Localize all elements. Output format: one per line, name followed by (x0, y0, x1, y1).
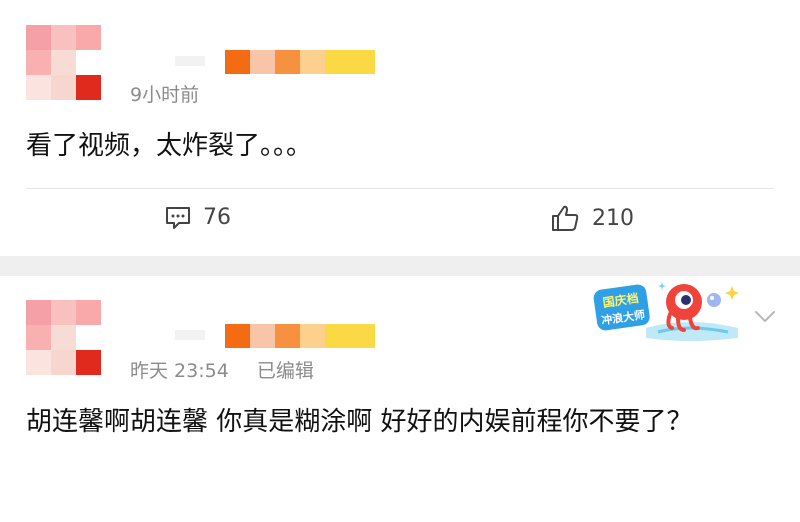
reply-button[interactable]: 76 (165, 205, 231, 230)
avatar[interactable] (26, 300, 101, 375)
comment-time: 9小时前 (130, 84, 200, 106)
comment-meta: 昨天 23:54 已编辑 (130, 356, 314, 383)
edited-label: 已编辑 (256, 360, 314, 382)
comment-card: 9小时前 看了视频，太炸裂了。。。 76 210 (0, 0, 800, 256)
divider (26, 188, 774, 189)
like-count: 210 (592, 205, 634, 231)
comment-icon (166, 206, 190, 229)
card-separator (0, 256, 800, 276)
comment-time: 昨天 23:54 (130, 360, 229, 382)
event-badge[interactable]: 国庆档 冲浪大师 (588, 276, 746, 344)
comment-text: 看了视频，太炸裂了。。。 (26, 131, 313, 161)
avatar[interactable] (26, 25, 101, 100)
chevron-down-icon[interactable] (752, 304, 778, 330)
reply-count: 76 (203, 205, 231, 230)
thumbs-up-icon (552, 205, 579, 231)
comment-text: 胡连馨啊胡连馨 你真是糊涂啊 好好的内娱前程你不要了？ (26, 407, 693, 437)
username-redacted[interactable] (175, 50, 375, 74)
like-button[interactable]: 210 (550, 203, 634, 233)
username-redacted[interactable] (175, 324, 375, 348)
